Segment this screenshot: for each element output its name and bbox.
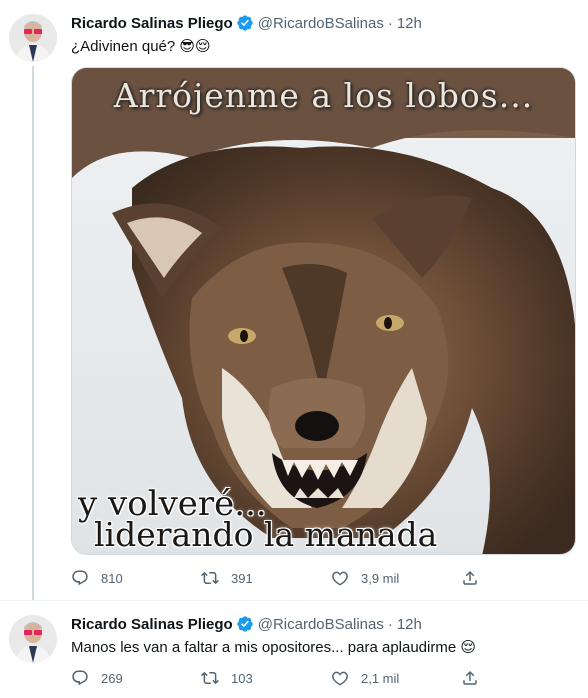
author-handle[interactable]: @RicardoBSalinas [258,616,384,633]
retweet-button[interactable]: 103 [201,669,331,687]
reply-count: 269 [101,670,123,686]
retweet-count: 391 [231,570,253,586]
avatar[interactable] [9,14,57,62]
reply-button[interactable]: 269 [71,669,201,687]
tweet-header: Ricardo Salinas Pliego @RicardoBSalinas … [71,614,576,634]
author-handle[interactable]: @RicardoBSalinas [258,15,384,32]
like-button[interactable]: 2,1 mil [331,669,461,687]
like-count: 2,1 mil [361,670,400,686]
tweet-header: Ricardo Salinas Pliego @RicardoBSalinas … [71,13,576,33]
verified-badge-icon [236,14,254,32]
tweet[interactable]: Ricardo Salinas Pliego @RicardoBSalinas … [0,0,588,600]
tweet[interactable]: Ricardo Salinas Pliego @RicardoBSalinas … [0,600,588,698]
share-icon [463,670,477,685]
thread-line [32,66,34,600]
like-count: 3,9 mil [361,570,400,586]
tweet-image[interactable]: Arrójenme a los lobos... y volveré... li… [71,67,576,555]
image-caption-top: Arrójenme a los lobos... [113,76,534,115]
author-name[interactable]: Ricardo Salinas Pliego [71,15,233,32]
reply-icon [72,570,88,586]
share-button[interactable] [461,569,491,587]
share-button[interactable] [461,669,491,687]
author-name[interactable]: Ricardo Salinas Pliego [71,616,233,633]
tweet-text: Manos les van a faltar a mis opositores.… [71,639,476,656]
share-icon [463,570,477,585]
tweet-actions: 810 391 3,9 mil [71,569,501,587]
image-caption-bottom: liderando la manada [94,515,438,554]
timestamp[interactable]: 12h [397,15,422,32]
tweet-actions: 269 103 2,1 mil [71,669,501,687]
retweet-icon [201,571,219,585]
retweet-count: 103 [231,670,253,686]
reply-count: 810 [101,570,123,586]
avatar[interactable] [9,615,57,663]
wolf-photo-icon [72,68,575,554]
separator-dot: · [387,615,393,633]
heart-icon [332,571,348,586]
retweet-icon [201,671,219,685]
reply-button[interactable]: 810 [71,569,201,587]
timestamp[interactable]: 12h [397,616,422,633]
verified-badge-icon [236,615,254,633]
separator-dot: · [387,14,393,32]
like-button[interactable]: 3,9 mil [331,569,461,587]
reply-icon [72,670,88,686]
retweet-button[interactable]: 391 [201,569,331,587]
tweet-text: ¿Adivinen qué? 😎😌 [71,38,211,55]
heart-icon [332,671,348,686]
